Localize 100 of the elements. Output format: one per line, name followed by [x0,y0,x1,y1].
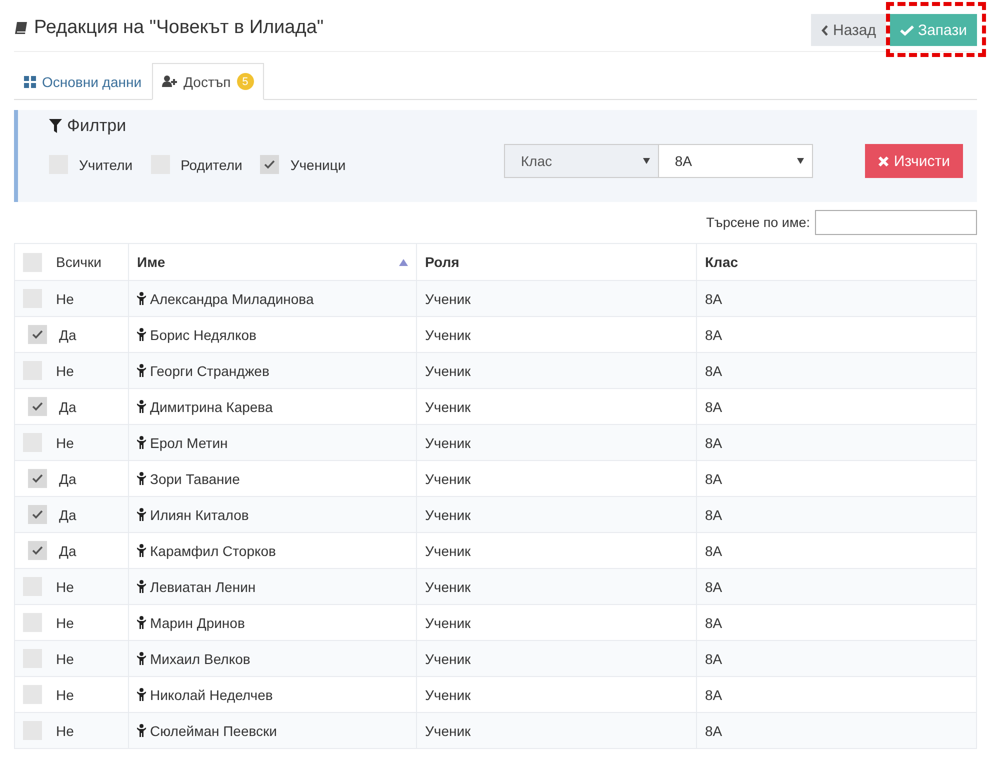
access-value: Не [56,722,74,738]
student-name: Николай Неделчев [150,686,273,702]
class-cell: 8А [705,470,722,486]
class-cell: 8А [705,722,722,738]
student-name: Михаил Велков [150,650,250,666]
class-cell: 8А [705,614,722,630]
search-field[interactable] [815,210,977,234]
access-value: Не [56,650,74,666]
column-header[interactable]: Клас [696,244,976,280]
person-icon [137,364,146,377]
role-cell: Ученик [425,686,471,702]
add-user-icon [162,75,178,88]
clear-button[interactable]: Изчисти [864,144,963,178]
checkmark-icon [264,160,276,169]
student-name: Зори Тавание [150,470,240,486]
person-icon [137,472,146,485]
grid-icon [24,76,36,88]
checkmark-icon [32,474,43,483]
checkbox-label: Ученици [290,156,346,172]
checkbox-label: Учители [79,156,133,172]
tab[interactable]: Основни данни [14,63,152,100]
class-cell: 8А [705,326,722,342]
caret-icon [642,158,650,164]
back-button[interactable]: Назад [811,14,886,46]
close-icon [878,156,889,166]
filters-title: Филтри [67,116,126,136]
access-value: Не [56,434,74,450]
count-badge: 5 [236,73,254,90]
person-icon [137,580,146,593]
page-title: Редакция на "Човекът в Илиада" [34,17,324,39]
book-icon [14,20,28,36]
access-value: Да [59,470,76,486]
field-select[interactable]: Клас [504,144,659,178]
column-header[interactable]: Роля [416,244,696,280]
person-icon [137,544,146,557]
class-select[interactable]: 8А [658,144,813,178]
role-cell: Ученик [425,398,471,414]
role-cell: Ученик [425,326,471,342]
student-name: Илиян Киталов [150,506,249,522]
person-icon [137,400,146,413]
checkmark-icon [32,402,43,411]
class-cell: 8А [705,398,722,414]
checkbox-label: Родители [180,156,242,172]
checkbox[interactable] [23,685,42,704]
checkmark-icon [32,330,43,339]
checkbox[interactable] [260,155,280,174]
checkbox[interactable] [28,505,47,524]
student-name: Георги Странджев [150,362,270,378]
role-cell: Ученик [425,434,471,450]
access-value: Да [59,398,76,414]
checkbox[interactable] [23,613,42,632]
role-cell: Ученик [425,542,471,558]
access-value: Не [56,290,74,306]
class-cell: 8А [705,686,722,702]
role-cell: Ученик [425,614,471,630]
role-cell: Ученик [425,722,471,738]
tab[interactable]: Достъп 5 [152,63,264,100]
checkbox[interactable] [28,325,47,344]
access-value: Не [56,362,74,378]
role-cell: Ученик [425,578,471,594]
student-name: Левиатан Ленин [150,578,256,594]
student-name: Александра Миладинова [150,290,314,306]
checkbox[interactable] [23,252,42,272]
class-cell: 8А [705,290,722,306]
access-value: Не [56,686,74,702]
class-cell: 8А [705,542,722,558]
student-name: Марин Дринов [150,614,245,630]
student-name: Сюлейман Пеевски [150,722,277,738]
role-cell: Ученик [425,650,471,666]
student-name: Карамфил Сторков [150,542,276,558]
person-icon [137,652,146,665]
role-cell: Ученик [425,506,471,522]
person-icon [137,724,146,737]
select-all-label: Всички [56,254,102,270]
access-value: Да [59,542,76,558]
access-value: Да [59,506,76,522]
class-cell: 8А [705,650,722,666]
checkbox[interactable] [28,397,47,416]
class-cell: 8А [705,506,722,522]
search-label: Търсене по име: [706,214,810,230]
chevron-left-icon [821,24,830,36]
student-name: Ерол Метин [150,434,228,450]
access-value: Не [56,614,74,630]
person-icon [137,328,146,341]
class-cell: 8А [705,578,722,594]
student-name: Борис Недялков [150,326,256,342]
person-icon [137,436,146,449]
person-icon [137,292,146,305]
person-icon [137,616,146,629]
column-header[interactable]: Име [128,244,416,280]
access-value: Да [59,326,76,342]
student-name: Димитрина Карева [150,398,273,414]
role-cell: Ученик [425,470,471,486]
access-value: Не [56,578,74,594]
checkmark-icon [32,510,43,519]
checkbox[interactable] [28,469,47,488]
checkmark-icon [32,546,43,555]
checkmark-icon [900,24,914,36]
class-cell: 8А [705,434,722,450]
checkbox[interactable] [28,541,47,560]
